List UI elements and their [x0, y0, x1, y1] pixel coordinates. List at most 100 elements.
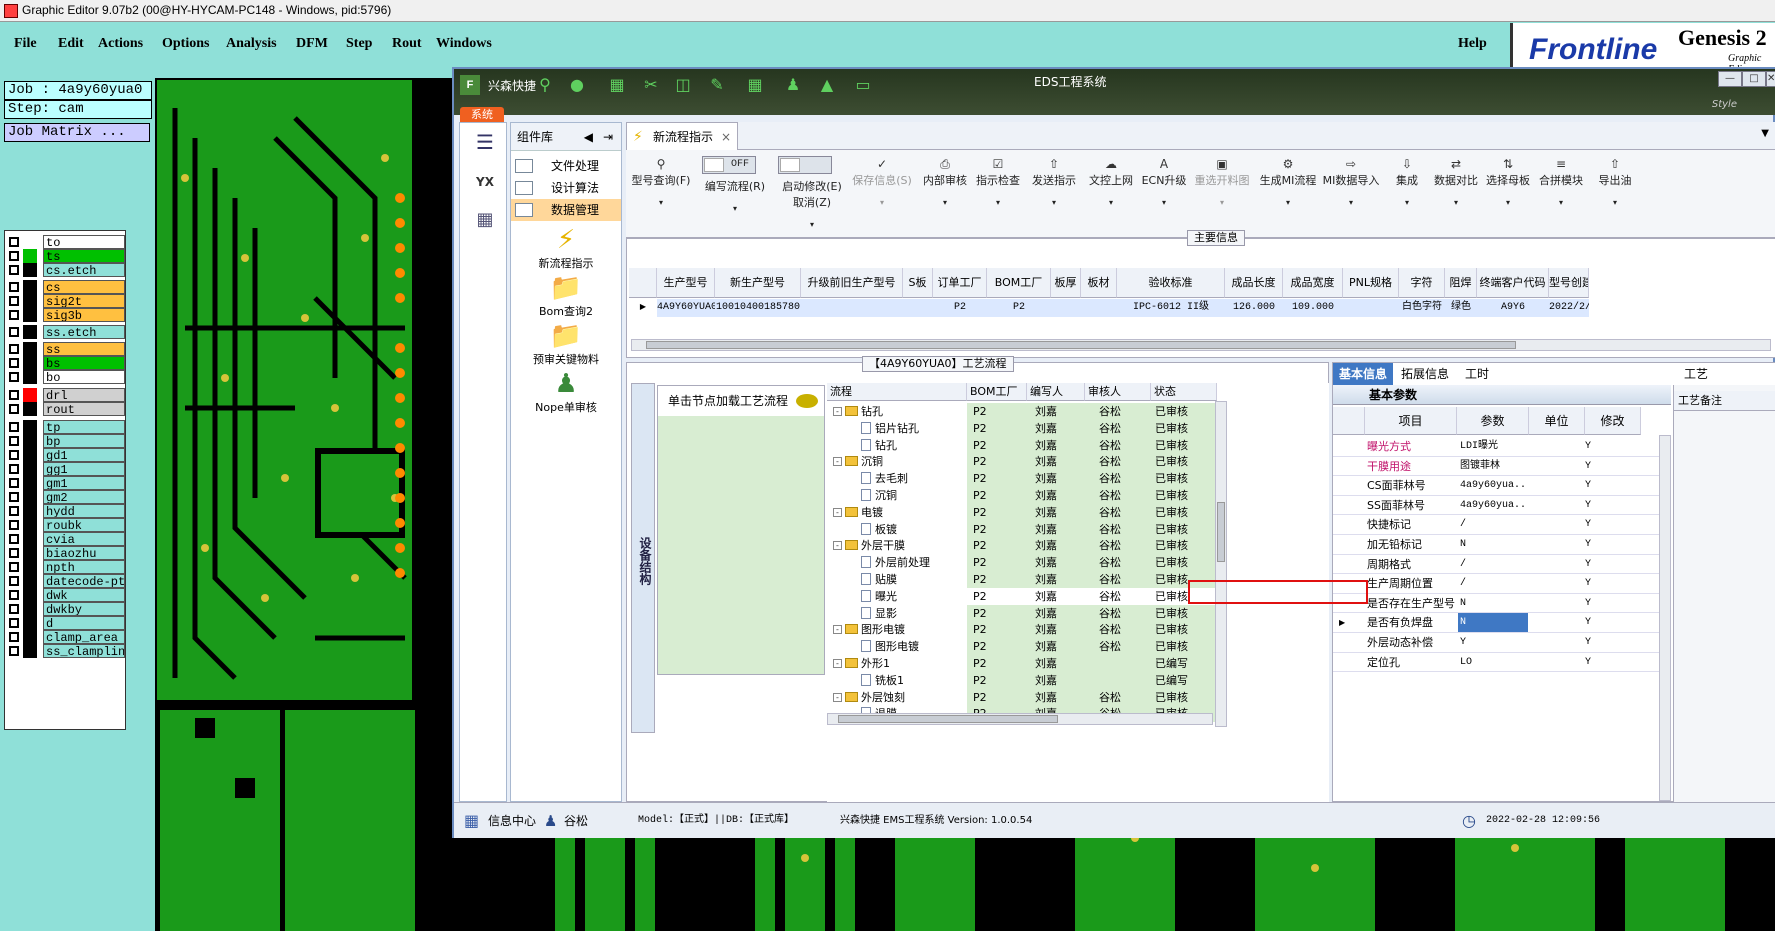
layer-checkbox[interactable] [9, 344, 19, 354]
layer-checkbox[interactable] [9, 372, 19, 382]
table-cell[interactable] [903, 299, 933, 317]
layer-name[interactable]: tp [43, 420, 125, 434]
param-value[interactable]: LDI曝光 [1458, 437, 1528, 456]
lib-item-data-management[interactable]: 数据管理 [511, 199, 621, 221]
menu-rout[interactable]: Rout [392, 36, 422, 52]
layer-name[interactable]: dwk [43, 588, 125, 602]
layer-name[interactable]: gg1 [43, 462, 125, 476]
search-icon[interactable]: ⚲ [534, 75, 556, 95]
tree-vscroll[interactable] [1215, 401, 1227, 727]
layer-row[interactable]: dwkby [7, 602, 125, 616]
chevron-down-icon[interactable]: ▾ [920, 198, 970, 207]
tree-row[interactable]: 钻孔 P2 刘嘉 谷松 已审核 [827, 436, 1315, 454]
chevron-down-icon[interactable]: ▾ [776, 220, 848, 229]
layer-checkbox[interactable] [9, 548, 19, 558]
menu-step[interactable]: Step [346, 36, 372, 52]
monitor-icon[interactable]: ▭ [852, 75, 874, 95]
globe-icon[interactable]: ● [566, 75, 588, 95]
tab-system[interactable]: 系统 [460, 107, 504, 123]
chevron-down-icon[interactable]: ▾ [1192, 198, 1252, 207]
column-header[interactable]: 字符 [1399, 268, 1445, 298]
param-column-header[interactable]: 参数 [1457, 407, 1529, 435]
layer-name[interactable]: cs.etch [43, 263, 125, 277]
layer-row[interactable]: rout [7, 402, 125, 416]
tree-row[interactable]: 沉铜 P2 刘嘉 谷松 已审核 [827, 487, 1315, 504]
scroll-thumb[interactable] [1217, 502, 1225, 562]
chevron-down-icon[interactable]: ▾ [1256, 198, 1320, 207]
toolbar-button-toggle[interactable]: 启动修改(E) 取消(Z) ▾ [776, 156, 848, 229]
column-header[interactable]: 阻焊 [1445, 268, 1477, 298]
chevron-down-icon[interactable]: ▾ [1028, 198, 1080, 207]
param-row[interactable]: 生产周期位置 / Y [1333, 574, 1671, 594]
param-value[interactable]: 图镀菲林 [1458, 457, 1528, 476]
param-row[interactable]: 干膜用途 图镀菲林 Y [1333, 457, 1671, 477]
param-value[interactable]: Y [1458, 633, 1528, 652]
table-cell[interactable]: 白色字符 [1399, 299, 1445, 317]
layer-name[interactable]: datecode-ptc [43, 574, 125, 588]
menu-options[interactable]: Options [162, 36, 209, 52]
collapse-icon[interactable]: - [833, 692, 842, 702]
toolbar-button-check[interactable]: ✓ 保存信息(S) ▾ [850, 156, 914, 226]
toolbar-button-checkbox[interactable]: ☑ 指示检查 ▾ [972, 156, 1024, 226]
collapse-icon[interactable]: - [833, 507, 842, 517]
layer-name[interactable]: drl [43, 388, 125, 402]
table-cell[interactable]: 绿色 [1445, 299, 1477, 317]
tree-column-header[interactable]: 审核人 [1085, 383, 1151, 401]
layer-row[interactable]: cvia [7, 532, 125, 546]
layer-row[interactable]: ss [7, 342, 125, 356]
layer-name[interactable]: rout [43, 402, 125, 416]
param-value[interactable]: 4a9y60yua... [1458, 496, 1528, 515]
chevron-down-icon[interactable]: ▾ [700, 204, 770, 213]
layer-checkbox[interactable] [9, 282, 19, 292]
layer-row[interactable]: cs [7, 280, 125, 294]
collapse-icon[interactable]: - [833, 407, 842, 416]
layer-name[interactable]: npth [43, 560, 125, 574]
layer-row[interactable]: tp [7, 420, 125, 434]
layer-name[interactable]: cvia [43, 532, 125, 546]
lib-nope-review[interactable]: ♟ Nope单审核 [511, 369, 621, 415]
tree-node[interactable]: 外层前处理 [861, 554, 967, 571]
toolbar-button-image[interactable]: ▣ 重选开料图 ▾ [1192, 156, 1252, 226]
layer-checkbox[interactable] [9, 562, 19, 572]
scroll-thumb[interactable] [838, 715, 1058, 723]
collapse-icon[interactable]: - [833, 457, 842, 467]
column-header[interactable]: 成品长度 [1225, 268, 1283, 298]
maximize-icon[interactable]: □ [1742, 71, 1766, 87]
layer-row[interactable]: biaozhu [7, 546, 125, 560]
tree-row[interactable]: 铝片钻孔 P2 刘嘉 谷松 已审核 [827, 419, 1315, 437]
param-column-header[interactable]: 修改 [1585, 407, 1641, 435]
layer-checkbox[interactable] [9, 506, 19, 516]
layer-name[interactable]: cs [43, 280, 125, 294]
param-value[interactable]: / [1458, 574, 1528, 593]
yx-factory-icon[interactable]: YX [470, 167, 500, 197]
off-toggle[interactable] [778, 156, 832, 174]
layer-row[interactable]: npth [7, 560, 125, 574]
param-row[interactable]: 定位孔 LO Y [1333, 653, 1671, 673]
param-vscroll[interactable] [1659, 435, 1671, 801]
minimize-icon[interactable]: — [1718, 71, 1742, 87]
layer-name[interactable]: ts [43, 249, 125, 263]
chevron-down-icon[interactable]: ▾ [628, 198, 694, 207]
table-cell[interactable]: IPC-6012 II级 [1117, 299, 1225, 317]
table-cell[interactable]: P2 [933, 299, 987, 317]
param-row[interactable]: 加无铅标记 N Y [1333, 535, 1671, 555]
column-header[interactable]: 验收标准 [1117, 268, 1225, 298]
column-header[interactable]: BOM工厂 [987, 268, 1051, 298]
layer-checkbox[interactable] [9, 265, 19, 275]
param-row[interactable]: 周期格式 / Y [1333, 555, 1671, 575]
column-header[interactable]: PNL规格 [1343, 268, 1399, 298]
param-row[interactable]: ▶ 是否有负焊盘 N Y [1333, 613, 1671, 633]
menu-dfm[interactable]: DFM [296, 36, 328, 52]
layer-name[interactable]: biaozhu [43, 546, 125, 560]
table-cell[interactable]: 10010400185780 [715, 299, 801, 317]
layer-checkbox[interactable] [9, 251, 19, 261]
param-row[interactable]: 是否存在生产型号 N Y [1333, 594, 1671, 614]
param-row[interactable]: CS面菲林号 4a9y60yua... Y [1333, 476, 1671, 496]
chevron-down-icon[interactable]: ▾ [1086, 198, 1136, 207]
chevron-down-icon[interactable]: ▼ [1761, 128, 1769, 139]
craft-note-tab[interactable]: 工艺 [1684, 365, 1708, 382]
lib-bom-query[interactable]: 📁 Bom查询2 [511, 273, 621, 319]
calendar-icon[interactable]: ▦ [470, 205, 500, 235]
columns-icon[interactable]: ◫ [672, 75, 694, 95]
toolbar-button-import[interactable]: ⇨ MI数据导入 ▾ [1322, 156, 1380, 226]
